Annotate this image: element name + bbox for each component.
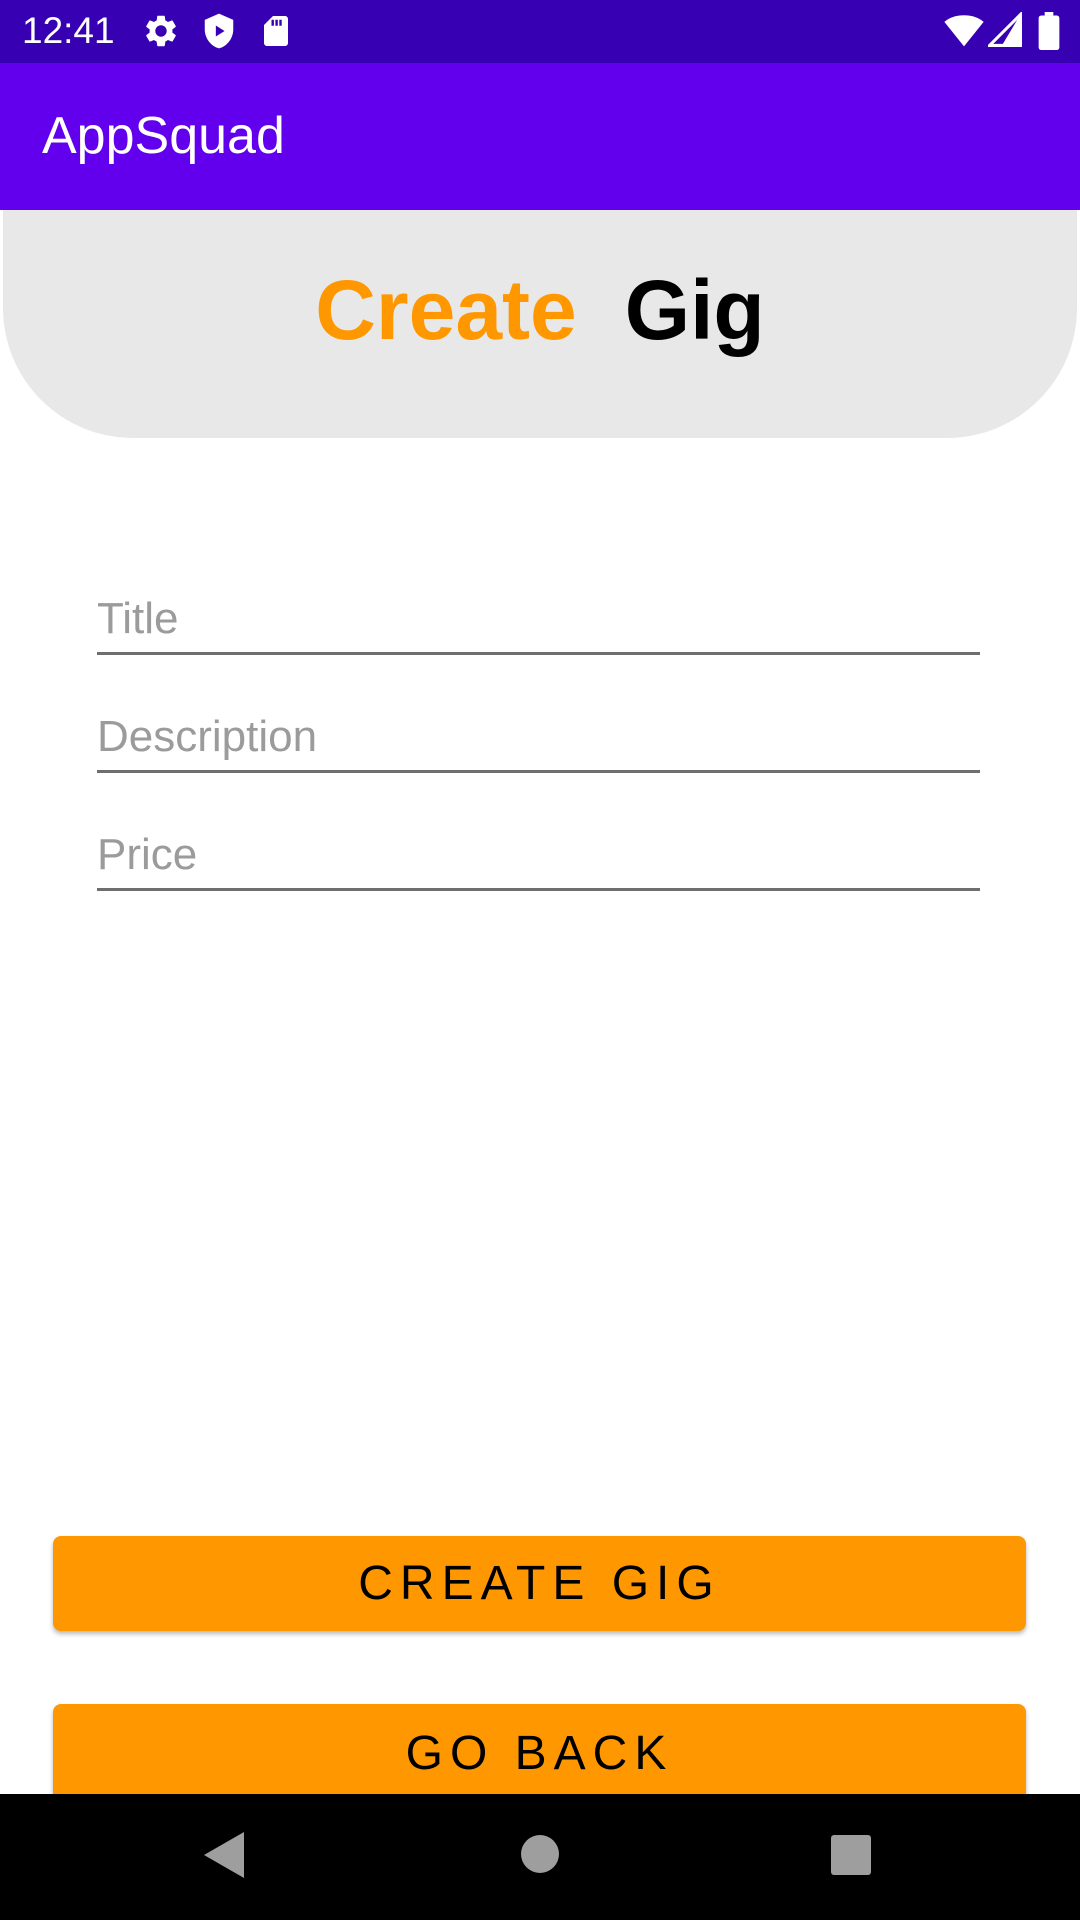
gear-icon [142,12,180,55]
navigation-bar [0,1794,1080,1920]
page-title-gig: Gig [624,263,765,357]
status-bar: 12:41 [0,0,1080,63]
battery-icon [1038,12,1060,55]
shield-icon [200,12,238,55]
home-icon[interactable] [520,1834,560,1879]
recents-icon[interactable] [831,1835,871,1880]
price-field[interactable] [97,808,980,891]
signal-icon [985,10,1022,53]
app-bar: AppSquad [0,63,1080,210]
title-input[interactable] [97,594,980,644]
price-input[interactable] [97,830,980,880]
sd-card-icon [258,12,294,55]
page-title-create: Create [315,263,577,357]
page-title: Create Gig [3,260,1077,360]
status-time: 12:41 [22,10,115,51]
title-field[interactable] [97,572,980,655]
wifi-icon [944,12,984,53]
description-field[interactable] [97,690,980,773]
app-title: AppSquad [42,107,285,165]
header-card: Create Gig [3,210,1077,438]
create-gig-button[interactable]: CREATE GIG [53,1536,1026,1631]
description-input[interactable] [97,712,980,762]
back-icon[interactable] [204,1832,244,1883]
go-back-button[interactable]: GO BACK [53,1704,1026,1794]
